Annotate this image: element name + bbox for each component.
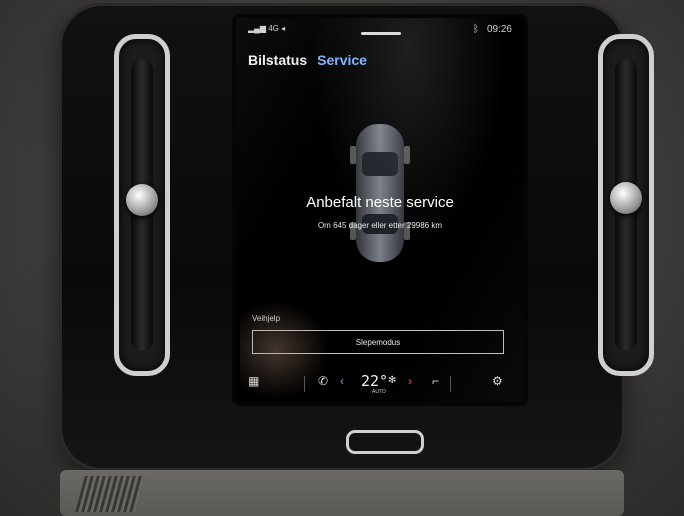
- settings-gear-icon[interactable]: ⚙: [492, 374, 503, 388]
- car-top-view-image: [350, 124, 410, 262]
- center-console: [60, 470, 624, 516]
- seat-heat-icon[interactable]: ⌐: [432, 374, 439, 388]
- vent-knob-right[interactable]: [610, 182, 642, 214]
- car-dashboard-photo: ▂▄▆ 4G ◂ ᛒ 09:26 Bilstatus Service Anbef…: [0, 0, 684, 516]
- signal-icon: ▂▄▆: [248, 24, 266, 33]
- temperature-display[interactable]: 22°: [361, 372, 388, 390]
- bluetooth-icon: ᛒ: [472, 24, 479, 35]
- infotainment-screen: ▂▄▆ 4G ◂ ᛒ 09:26 Bilstatus Service Anbef…: [236, 18, 524, 402]
- clock: 09:26: [486, 24, 512, 35]
- service-subtitle: Om 645 dager eller etter 29986 km: [317, 221, 443, 230]
- tab-service[interactable]: Service: [317, 52, 367, 68]
- pull-down-handle[interactable]: [361, 32, 401, 35]
- phone-icon[interactable]: ✆: [318, 374, 328, 388]
- climate-bar: ▦ ✆ ‹ 22° ✻ AUTO › ⌐ ⚙: [236, 368, 524, 398]
- signal-text: 4G: [268, 24, 279, 33]
- console-grille: [75, 476, 145, 512]
- app-grid-icon[interactable]: ▦: [248, 374, 259, 388]
- tab-bar: Bilstatus Service: [248, 52, 367, 68]
- vent-knob-left[interactable]: [126, 184, 158, 216]
- home-button[interactable]: [346, 430, 424, 454]
- arrow-right-icon[interactable]: ›: [408, 374, 412, 388]
- tow-mode-button-label: Slepemodus: [355, 337, 401, 347]
- tow-mode-button[interactable]: Slepemodus: [252, 330, 504, 354]
- fan-icon[interactable]: ✻: [388, 375, 396, 386]
- status-bar: ▂▄▆ 4G ◂ ᛒ 09:26: [236, 18, 524, 40]
- climate-auto-label: AUTO: [372, 389, 386, 395]
- tab-bilstatus[interactable]: Bilstatus: [248, 52, 307, 68]
- roadside-help-label: Veihjelp: [252, 314, 281, 323]
- signal-indicator: ▂▄▆ 4G ◂: [248, 24, 285, 33]
- location-icon: ◂: [281, 24, 286, 33]
- service-title: Anbefalt neste service: [306, 194, 454, 211]
- arrow-left-icon[interactable]: ‹: [340, 374, 344, 388]
